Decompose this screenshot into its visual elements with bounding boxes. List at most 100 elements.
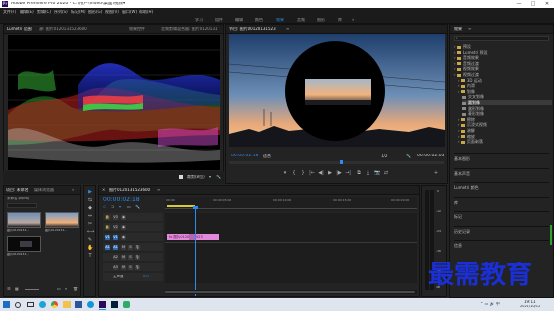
eye-icon[interactable]: ◉ (121, 214, 126, 220)
go-to-in-button[interactable]: |← (309, 170, 315, 176)
eye-icon[interactable]: ◉ (121, 224, 126, 230)
timeline-timecode[interactable]: 00:00:02:18 (103, 197, 140, 203)
play-button[interactable]: ▶ (327, 170, 333, 176)
edge-icon[interactable] (39, 301, 46, 308)
razor-tool[interactable]: ✂ (87, 221, 93, 227)
maximize-button[interactable]: □ (526, 0, 540, 8)
effects-tree-item[interactable]: › 视频效果 (454, 66, 552, 71)
windows-start-icon[interactable] (3, 301, 10, 308)
panel-menu-icon[interactable]: ≡ (286, 27, 289, 31)
word-icon[interactable] (75, 301, 82, 308)
qq-icon[interactable] (87, 301, 94, 308)
close-button[interactable]: ✕ (540, 0, 554, 8)
trash-icon[interactable]: 🗑 (73, 287, 78, 291)
search-icon[interactable] (15, 302, 21, 308)
panel-header[interactable]: 基本声音 (454, 167, 549, 181)
ripple-edit-tool[interactable]: ◆ (87, 205, 93, 211)
mark-in-button[interactable]: { (291, 170, 297, 176)
scope-mode-select[interactable]: 裁剪(8位) (187, 175, 205, 179)
solo-button[interactable]: S (128, 244, 133, 250)
type-tool[interactable]: T (87, 253, 93, 259)
tab-project[interactable]: 项目: 未命名 (6, 188, 29, 192)
track-target-v3[interactable]: V3 (113, 214, 118, 220)
hand-tool[interactable]: ✋ (87, 245, 93, 251)
close-icon[interactable]: ✕ (102, 188, 105, 192)
add-marker-icon[interactable]: ▾ (119, 205, 121, 209)
workspace-more[interactable]: » (352, 18, 354, 22)
icon-view-icon[interactable]: ▦ (15, 287, 19, 291)
panel-menu-icon[interactable]: ≡ (468, 27, 471, 31)
workspace-assembly[interactable]: 组件 (215, 18, 223, 22)
panel-menu-icon[interactable]: ≡ (157, 188, 160, 192)
wrench-icon[interactable]: 🔧 (406, 154, 411, 158)
slip-tool[interactable]: ⟷ (87, 229, 94, 235)
effects-tree-item[interactable]: › 音频过渡 (454, 61, 552, 66)
rate-stretch-tool[interactable]: ⇔ (87, 213, 93, 219)
effects-tree-item[interactable]: › 划像 (458, 89, 552, 94)
menu-marker[interactable]: 标记(M) (71, 10, 86, 14)
panel-header[interactable]: 信息 (454, 240, 549, 253)
time-ruler[interactable]: 00:00 00:00:05:00 00:00:10:00 00:00:15:0… (165, 197, 417, 211)
menu-file[interactable]: 文件(F) (3, 10, 16, 14)
workspace-editing[interactable]: 编辑 (235, 18, 243, 22)
mute-button[interactable]: M (121, 264, 126, 270)
minimize-button[interactable]: — (512, 0, 526, 8)
captions-icon[interactable]: ▭ (127, 205, 131, 209)
go-to-out-button[interactable]: →| (345, 170, 351, 176)
workspace-graphics[interactable]: 图形 (317, 18, 325, 22)
effects-tree-item[interactable]: › 溶解 (458, 128, 552, 133)
lock-icon[interactable]: 🔒 (105, 224, 110, 230)
track-target-a3[interactable]: A3 (113, 264, 118, 270)
photoshop-icon[interactable] (111, 301, 118, 308)
tab-sequence[interactable]: 图片0120131523600 (109, 188, 150, 192)
menu-help[interactable]: 帮助(H) (139, 10, 153, 14)
mic-icon[interactable]: 🎙 (135, 254, 140, 260)
effects-tree-item[interactable]: 交叉划像 (462, 94, 552, 99)
workspace-effects[interactable]: 效果 (276, 18, 284, 22)
workspace-color[interactable]: 颜色 (255, 18, 263, 22)
effects-search-input[interactable]: ⌕ (454, 36, 549, 41)
lock-icon[interactable]: 🔒 (105, 214, 110, 220)
camera-icon[interactable]: 📷 (374, 170, 380, 176)
search-icon[interactable]: ⌕ (65, 287, 67, 291)
menu-view[interactable]: 视图(V) (105, 10, 119, 14)
effects-tree-item[interactable]: › Lumetri 预设 (454, 50, 552, 55)
panel-scroll-indicator[interactable] (550, 225, 552, 245)
track-lanes[interactable]: fx 图片0120131523 (165, 213, 417, 283)
project-thumbnail[interactable] (45, 212, 79, 228)
task-view-icon[interactable] (27, 302, 34, 307)
panel-header[interactable]: 基本图形 (454, 153, 549, 166)
selection-tool[interactable]: ▶ (87, 189, 93, 195)
project-thumbnail[interactable] (7, 236, 41, 252)
panel-header[interactable]: Lumetri 颜色 (454, 182, 549, 195)
effects-tree-item[interactable]: › 缩放 (458, 134, 552, 139)
track-target-a1[interactable]: A1 (113, 244, 118, 250)
workspace-learn[interactable]: 学习 (195, 18, 203, 22)
tab-lumetri-scopes[interactable]: Lumetri 范围 (7, 27, 32, 31)
effects-tree-item[interactable]: 盒形划像 (462, 106, 552, 111)
menu-window[interactable]: 窗口(W) (122, 10, 137, 14)
project-thumbnail[interactable] (7, 212, 41, 228)
effects-tree-item[interactable]: › 视频过渡 (454, 72, 552, 77)
folder-icon[interactable] (63, 301, 71, 308)
tab-media-browser[interactable]: 媒体浏览器 (34, 188, 54, 192)
chrome-icon[interactable] (51, 301, 58, 308)
clock-time[interactable]: 19:11 (524, 300, 536, 304)
menu-clip[interactable]: 剪辑(C) (37, 10, 51, 14)
panel-header[interactable]: 标记 (454, 211, 549, 224)
pen-tool[interactable]: ✎ (87, 237, 93, 243)
effects-tree-item[interactable]: › 擦除 (458, 117, 552, 122)
add-marker-button[interactable]: ▾ (282, 170, 288, 176)
effects-tree-item[interactable]: › 页面剥落 (458, 139, 552, 144)
track-select-tool[interactable]: ⇆ (87, 197, 93, 203)
list-view-icon[interactable]: ☰ (7, 287, 11, 291)
effects-tree-item[interactable]: 圆划像 (462, 100, 552, 105)
project-search-input[interactable] (7, 203, 37, 208)
wrench-icon[interactable]: 🔧 (135, 205, 140, 209)
eye-icon[interactable]: ◉ (121, 234, 126, 240)
solo-button[interactable]: S (128, 264, 133, 270)
mute-button[interactable]: M (121, 244, 126, 250)
panel-header[interactable]: 历史记录 (454, 225, 549, 239)
playback-resolution-select[interactable]: 1/2 (381, 154, 387, 158)
track-target-v2[interactable]: V2 (113, 224, 118, 230)
